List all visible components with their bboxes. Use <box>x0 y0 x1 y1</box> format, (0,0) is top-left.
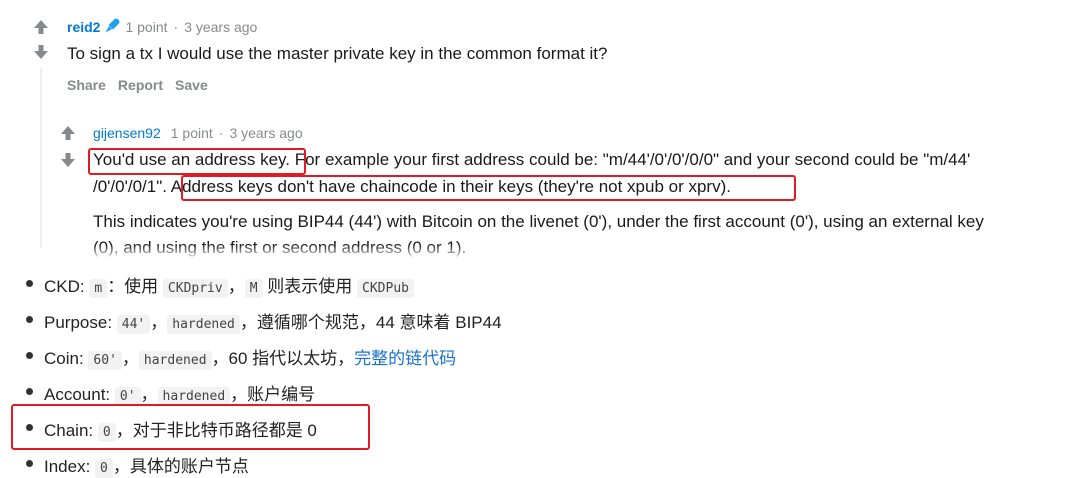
upvote-icon[interactable] <box>60 125 76 141</box>
highlight-box <box>88 148 306 175</box>
microphone-icon <box>104 18 120 37</box>
crop-fade <box>0 244 1068 260</box>
downvote-icon[interactable] <box>33 44 49 60</box>
bullet <box>26 316 33 323</box>
share-button[interactable]: Share <box>67 77 106 93</box>
timestamp[interactable]: 3 years ago <box>229 125 302 141</box>
timestamp[interactable]: 3 years ago <box>184 19 257 35</box>
comment-meta: gijensen92 1 point · 3 years ago <box>93 125 303 141</box>
username-link[interactable]: gijensen92 <box>93 125 161 141</box>
chain-code-link[interactable]: 完整的链代码 <box>354 349 456 368</box>
highlight-box <box>181 175 796 201</box>
downvote-icon[interactable] <box>60 152 76 168</box>
bullet <box>26 352 33 359</box>
report-button[interactable]: Report <box>118 77 163 93</box>
comment-body: To sign a tx I would use the master priv… <box>67 44 608 63</box>
upvote-icon[interactable] <box>33 19 49 35</box>
username-link[interactable]: reid2 <box>67 19 100 35</box>
bullet <box>26 280 33 287</box>
comment-meta: reid2 1 point · 3 years ago <box>67 18 258 37</box>
comment-actions: Share Report Save <box>67 77 220 93</box>
bullet <box>26 388 33 395</box>
save-button[interactable]: Save <box>175 77 208 93</box>
points: 1 point <box>125 19 168 35</box>
bullet <box>26 460 33 467</box>
thread-line[interactable] <box>40 68 42 248</box>
points: 1 point <box>170 125 213 141</box>
comment-line: This indicates you're using BIP44 (44') … <box>93 212 984 231</box>
highlight-box <box>11 404 370 450</box>
